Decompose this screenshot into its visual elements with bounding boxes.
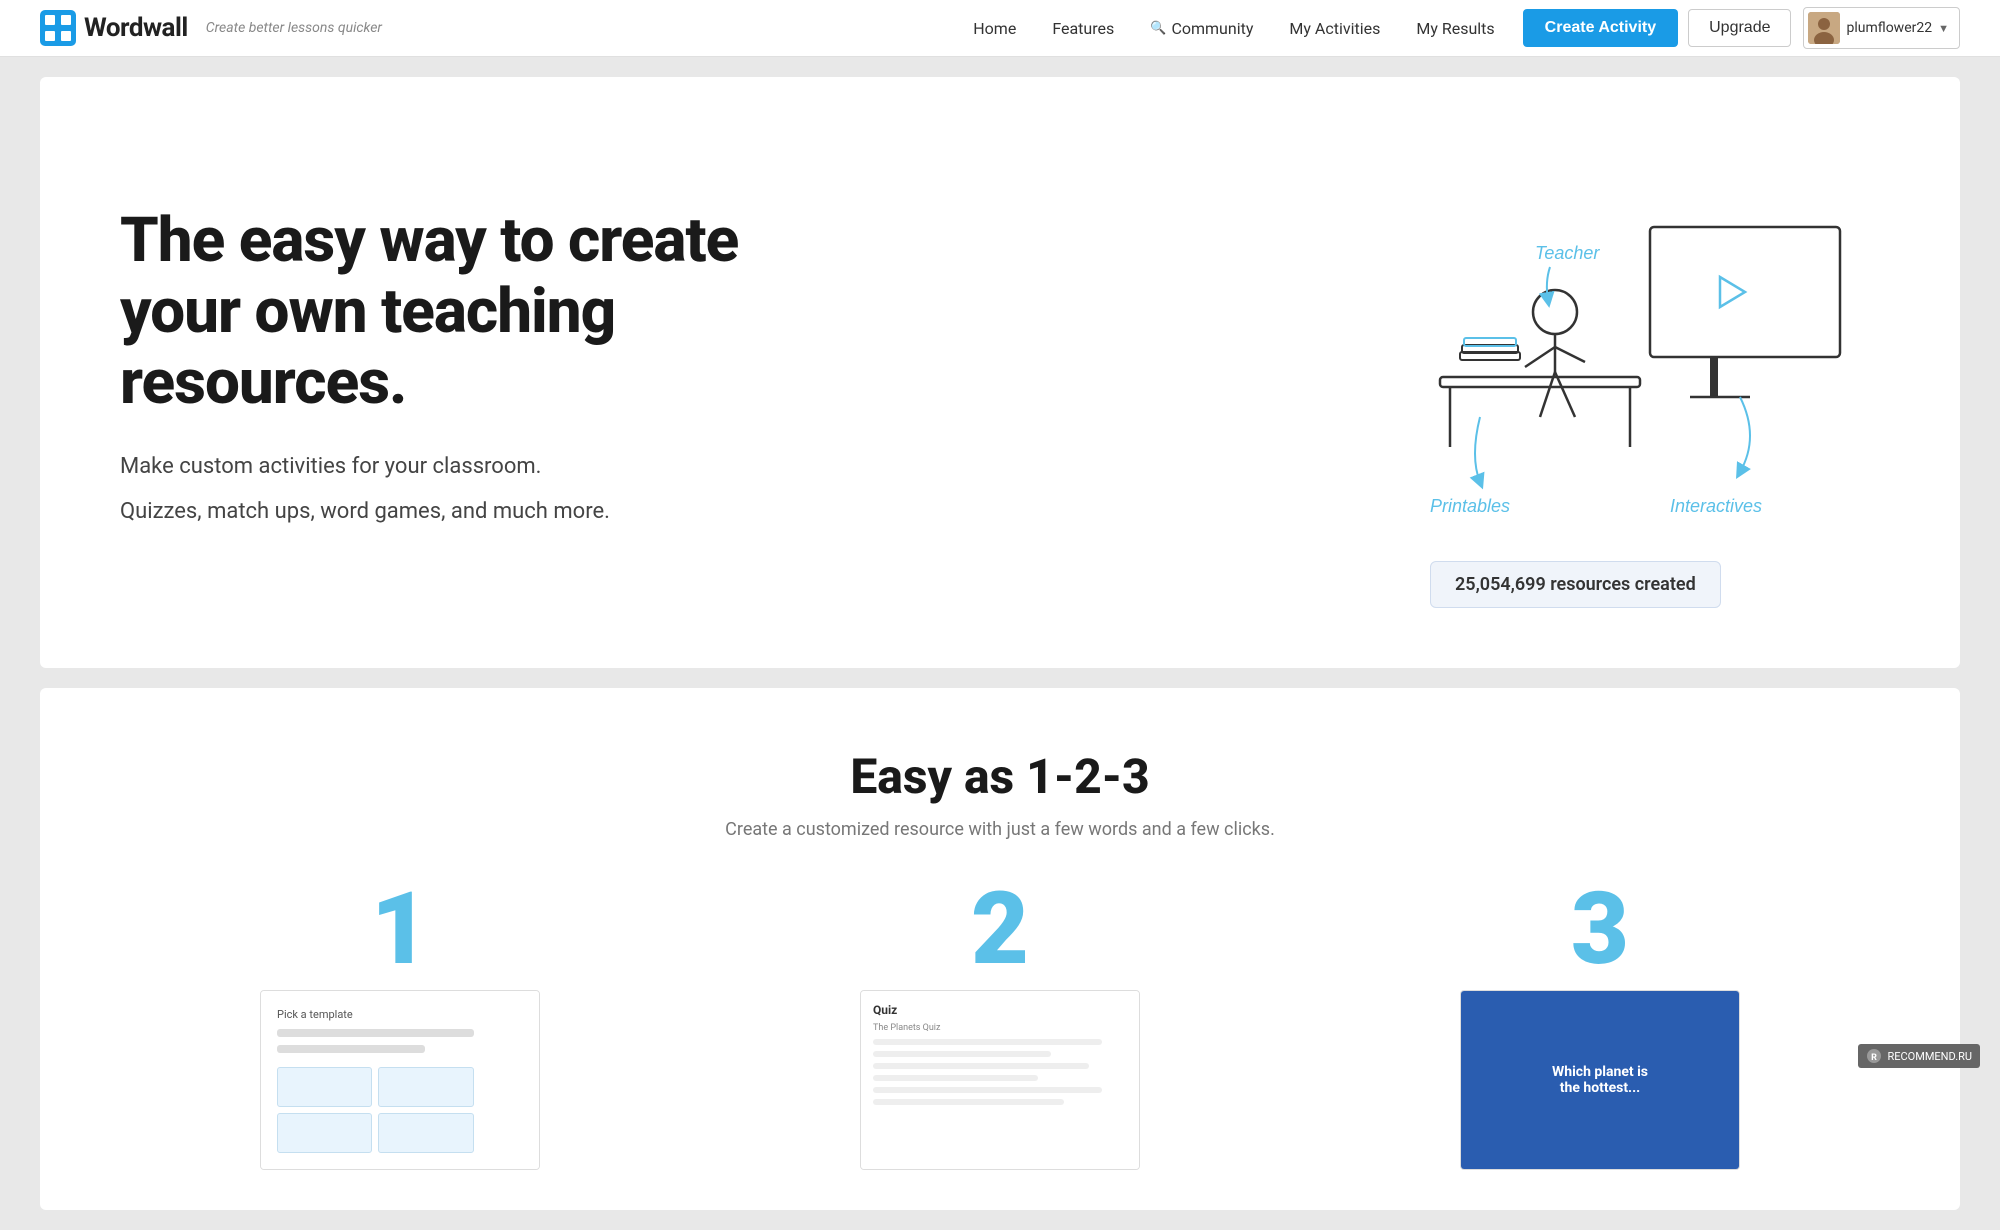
upgrade-button[interactable]: Upgrade [1688, 9, 1791, 47]
page-content: The easy way to create your own teaching… [0, 57, 2000, 1230]
logo-text: Wordwall [84, 13, 188, 43]
hero-text: The easy way to create your own teaching… [120, 205, 800, 541]
step-3: 3 Which planet isthe hottest... [1320, 880, 1880, 1170]
template-line-1 [277, 1029, 474, 1037]
step-2: 2 Quiz The Planets Quiz [720, 880, 1280, 1170]
recommend-badge: R RECOMMEND.RU [1858, 1044, 1980, 1068]
hero-subtitle-1: Make custom activities for your classroo… [120, 450, 800, 483]
easy-title: Easy as 1-2-3 [120, 748, 1880, 805]
nav-my-results[interactable]: My Results [1400, 11, 1510, 46]
easy-section: Easy as 1-2-3 Create a customized resour… [40, 688, 1960, 1210]
quiz-line-3 [873, 1063, 1089, 1069]
brand-logo[interactable]: Wordwall [40, 10, 188, 46]
step-2-screenshot: Quiz The Planets Quiz [860, 990, 1140, 1170]
resources-badge: 25,054,699 resources created [1430, 561, 1721, 608]
username: plumflower22 [1846, 20, 1932, 36]
svg-text:Interactives: Interactives [1670, 496, 1762, 516]
step-3-question: Which planet isthe hottest... [1542, 1054, 1658, 1106]
step-3-screenshot: Which planet isthe hottest... [1460, 990, 1740, 1170]
create-activity-button[interactable]: Create Activity [1523, 9, 1678, 47]
hero-section: The easy way to create your own teaching… [40, 77, 1960, 668]
step-1-label: Pick a template [277, 1008, 353, 1021]
step-3-number: 3 [1571, 880, 1629, 980]
search-icon: 🔍 [1150, 21, 1166, 36]
svg-text:R: R [1872, 1053, 1878, 1063]
step-1-screenshot: Pick a template [260, 990, 540, 1170]
quiz-line-2 [873, 1051, 1051, 1057]
avatar-image [1808, 12, 1840, 44]
nav-community[interactable]: 🔍 Community [1134, 11, 1269, 46]
avatar [1808, 12, 1840, 44]
nav-features[interactable]: Features [1036, 11, 1130, 46]
logo-container: Wordwall [40, 10, 188, 46]
recommend-icon: R [1866, 1048, 1882, 1064]
quiz-line-1 [873, 1039, 1102, 1045]
chevron-down-icon: ▼ [1938, 22, 1949, 35]
nav-my-activities[interactable]: My Activities [1273, 11, 1396, 46]
step-1-screen: Pick a template [261, 991, 539, 1169]
hero-title: The easy way to create your own teaching… [120, 205, 800, 419]
quiz-line-6 [873, 1099, 1064, 1105]
svg-text:Printables: Printables [1430, 496, 1510, 516]
step-3-screen: Which planet isthe hottest... [1461, 991, 1739, 1169]
quiz-line-4 [873, 1075, 1038, 1081]
navbar: Wordwall Create better lessons quicker H… [0, 0, 2000, 57]
teaching-illustration: Teacher Printables Interactives [1380, 137, 1880, 537]
hero-subtitle-2: Quizzes, match ups, word games, and much… [120, 495, 800, 528]
template-line-2 [277, 1045, 425, 1053]
navbar-tagline: Create better lessons quicker [206, 20, 382, 36]
main-nav: Home Features 🔍 Community My Activities … [957, 7, 1960, 49]
wordwall-icon [40, 10, 76, 46]
step-2-number: 2 [971, 880, 1029, 980]
step-2-screen: Quiz The Planets Quiz [861, 991, 1139, 1169]
recommend-text: RECOMMEND.RU [1887, 1050, 1972, 1063]
easy-subtitle: Create a customized resource with just a… [120, 819, 1880, 840]
user-menu[interactable]: plumflower22 ▼ [1803, 7, 1960, 49]
svg-text:Teacher: Teacher [1535, 243, 1600, 263]
step-1: 1 Pick a template [120, 880, 680, 1170]
steps-row: 1 Pick a template [120, 880, 1880, 1170]
hero-illustration: Teacher Printables Interactives [1380, 137, 1880, 608]
step-2-label: Quiz [873, 1003, 1127, 1017]
step-1-number: 1 [371, 880, 429, 980]
nav-home[interactable]: Home [957, 11, 1032, 46]
